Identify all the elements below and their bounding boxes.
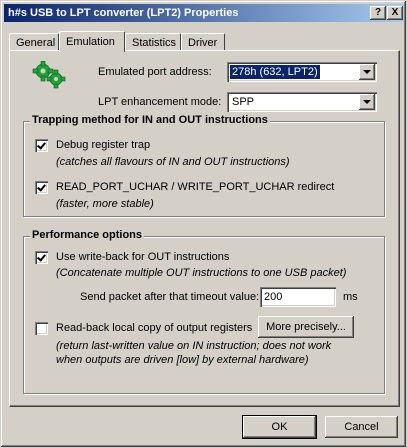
cancel-button[interactable]: Cancel: [325, 416, 398, 438]
tab-statistics[interactable]: Statistics: [125, 33, 181, 51]
trapping-group: Trapping method for IN and OUT instructi…: [23, 114, 385, 217]
writeback-desc: (Concatenate multiple OUT instructions t…: [56, 267, 347, 279]
port-address-label: Emulated port address:: [98, 66, 212, 78]
debug-trap-label[interactable]: Debug register trap: [56, 139, 150, 151]
emulation-panel: Emulated port address: 278h (632, LPT2) …: [9, 50, 400, 407]
port-address-select[interactable]: 278h (632, LPT2): [227, 62, 377, 82]
performance-group: Performance options Use write-back for O…: [23, 229, 385, 394]
debug-trap-desc: (catches all flavours of IN and OUT inst…: [56, 156, 290, 168]
lpt-mode-value: SPP: [232, 96, 255, 108]
lpt-mode-select[interactable]: SPP: [227, 92, 377, 112]
gears-icon: [32, 61, 66, 89]
title-bar: h#s USB to LPT converter (LPT2) Properti…: [4, 4, 404, 22]
window-title: h#s USB to LPT converter (LPT2) Properti…: [8, 7, 239, 19]
tab-emulation[interactable]: Emulation: [59, 31, 125, 52]
writeback-label[interactable]: Use write-back for OUT instructions: [56, 251, 229, 263]
timeout-label: Send packet after that timeout value:: [80, 291, 260, 303]
trapping-group-title: Trapping method for IN and OUT instructi…: [30, 114, 270, 126]
help-button[interactable]: ?: [370, 6, 386, 20]
ok-button[interactable]: OK: [242, 415, 317, 439]
timeout-input[interactable]: 200: [260, 287, 336, 307]
redirect-desc: (faster, more stable): [56, 198, 154, 210]
performance-group-title: Performance options: [30, 229, 145, 241]
readback-desc-line2: when outputs are driven [low] by externa…: [56, 354, 309, 366]
more-precisely-button[interactable]: More precisely...: [258, 316, 354, 338]
properties-dialog: h#s USB to LPT converter (LPT2) Properti…: [0, 0, 407, 448]
chevron-down-icon[interactable]: [359, 94, 375, 110]
redirect-checkbox[interactable]: [35, 181, 48, 194]
readback-desc-line1: (return last-written value on IN instruc…: [56, 340, 332, 352]
timeout-unit: ms: [343, 291, 358, 303]
readback-checkbox[interactable]: [35, 322, 48, 335]
readback-label[interactable]: Read-back local copy of output registers: [56, 322, 252, 334]
writeback-checkbox[interactable]: [35, 251, 48, 264]
debug-trap-checkbox[interactable]: [35, 139, 48, 152]
tab-general[interactable]: General: [9, 33, 59, 51]
tab-driver[interactable]: Driver: [181, 33, 225, 51]
lpt-mode-label: LPT enhancement mode:: [98, 96, 222, 108]
port-address-value: 278h (632, LPT2): [230, 65, 320, 79]
chevron-down-icon[interactable]: [359, 64, 375, 80]
redirect-label[interactable]: READ_PORT_UCHAR / WRITE_PORT_UCHAR redir…: [56, 181, 334, 193]
close-button[interactable]: X: [387, 6, 403, 20]
